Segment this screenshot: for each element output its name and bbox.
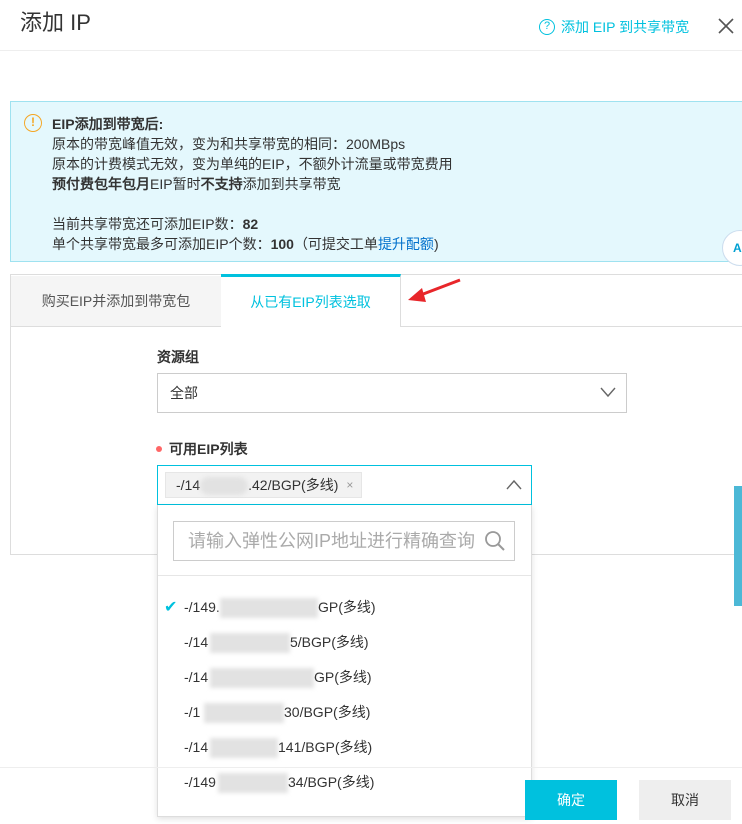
eip-option[interactable]: -/14 5/BGP(多线) xyxy=(158,625,533,660)
check-icon: ✔ xyxy=(164,599,178,616)
dialog-title: 添加 IP xyxy=(20,10,91,35)
resource-group-label: 资源组 xyxy=(157,349,199,365)
redacted-mask xyxy=(220,598,318,618)
eip-option[interactable]: -/149 34/BGP(多线) xyxy=(158,765,533,800)
required-marker xyxy=(156,446,162,452)
notice-line-2: 原本的计费模式无效，变为单纯的EIP，不额外计流量或带宽费用 xyxy=(52,156,453,172)
eip-search-input[interactable]: 请输入弹性公网IP地址进行精确查询 xyxy=(173,521,515,561)
eip-dropdown: 请输入弹性公网IP地址进行精确查询 ✔ -/149. GP(多线) -/14 5… xyxy=(157,505,532,817)
remaining-eip-count: 当前共享带宽还可添加EIP数：82 xyxy=(52,216,259,232)
eip-option[interactable]: -/14 141/BGP(多线) xyxy=(158,730,533,765)
redacted-mask xyxy=(210,738,278,758)
cancel-button[interactable]: 取消 xyxy=(639,780,731,820)
dropdown-divider xyxy=(158,575,531,576)
max-eip-count: 单个共享带宽最多可添加EIP个数：100（可提交工单提升配额) xyxy=(52,236,439,252)
tab-buy-eip[interactable]: 购买EIP并添加到带宽包 xyxy=(11,276,222,327)
eip-option[interactable]: ✔ -/149. GP(多线) xyxy=(158,590,533,625)
resource-group-value: 全部 xyxy=(170,385,198,401)
annotation-arrow-icon xyxy=(408,278,461,302)
header-divider xyxy=(0,50,742,51)
chevron-down-icon xyxy=(600,387,616,398)
help-link-label: 添加 EIP 到共享带宽 xyxy=(561,19,690,35)
remove-tag-icon[interactable]: × xyxy=(346,473,353,497)
selected-eip-tag: -/14.42/BGP(多线) × xyxy=(165,472,363,498)
redacted-mask xyxy=(200,477,249,496)
search-icon[interactable] xyxy=(484,530,506,552)
tab-select-existing-eip[interactable]: 从已有EIP列表选取 xyxy=(221,274,401,327)
close-icon[interactable] xyxy=(716,16,736,36)
notice-text: EIP添加到带宽后: 原本的带宽峰值无效，变为和共享带宽的相同：200MBps … xyxy=(52,114,453,254)
resource-group-select[interactable]: 全部 xyxy=(157,373,627,413)
notice-heading: EIP添加到带宽后: xyxy=(52,116,164,132)
redacted-mask xyxy=(204,703,284,723)
eip-option[interactable]: -/14 GP(多线) xyxy=(158,660,533,695)
side-feedback-tab[interactable] xyxy=(734,486,742,606)
info-notice: ! EIP添加到带宽后: 原本的带宽峰值无效，变为和共享带宽的相同：200MBp… xyxy=(10,101,742,262)
confirm-button[interactable]: 确定 xyxy=(525,780,617,820)
eip-multiselect[interactable]: -/14.42/BGP(多线) × xyxy=(157,465,532,505)
eip-list-label: 可用EIP列表 xyxy=(169,441,248,457)
raise-quota-link[interactable]: 提升配额 xyxy=(378,236,434,252)
help-icon: ? xyxy=(539,19,555,35)
redacted-mask xyxy=(210,633,290,653)
redacted-mask xyxy=(218,773,288,793)
notice-line-1: 原本的带宽峰值无效，变为和共享带宽的相同：200MBps xyxy=(52,136,406,152)
exclamation-icon: ! xyxy=(24,114,42,132)
notice-line-3: 预付费包年包月EIP暂时不支持添加到共享带宽 xyxy=(52,176,341,192)
help-link[interactable]: ? 添加 EIP 到共享带宽 xyxy=(539,17,689,37)
footer-divider xyxy=(0,767,742,768)
eip-option[interactable]: -/1 30/BGP(多线) xyxy=(158,695,533,730)
redacted-mask xyxy=(210,668,314,688)
chevron-up-icon[interactable] xyxy=(506,479,522,491)
